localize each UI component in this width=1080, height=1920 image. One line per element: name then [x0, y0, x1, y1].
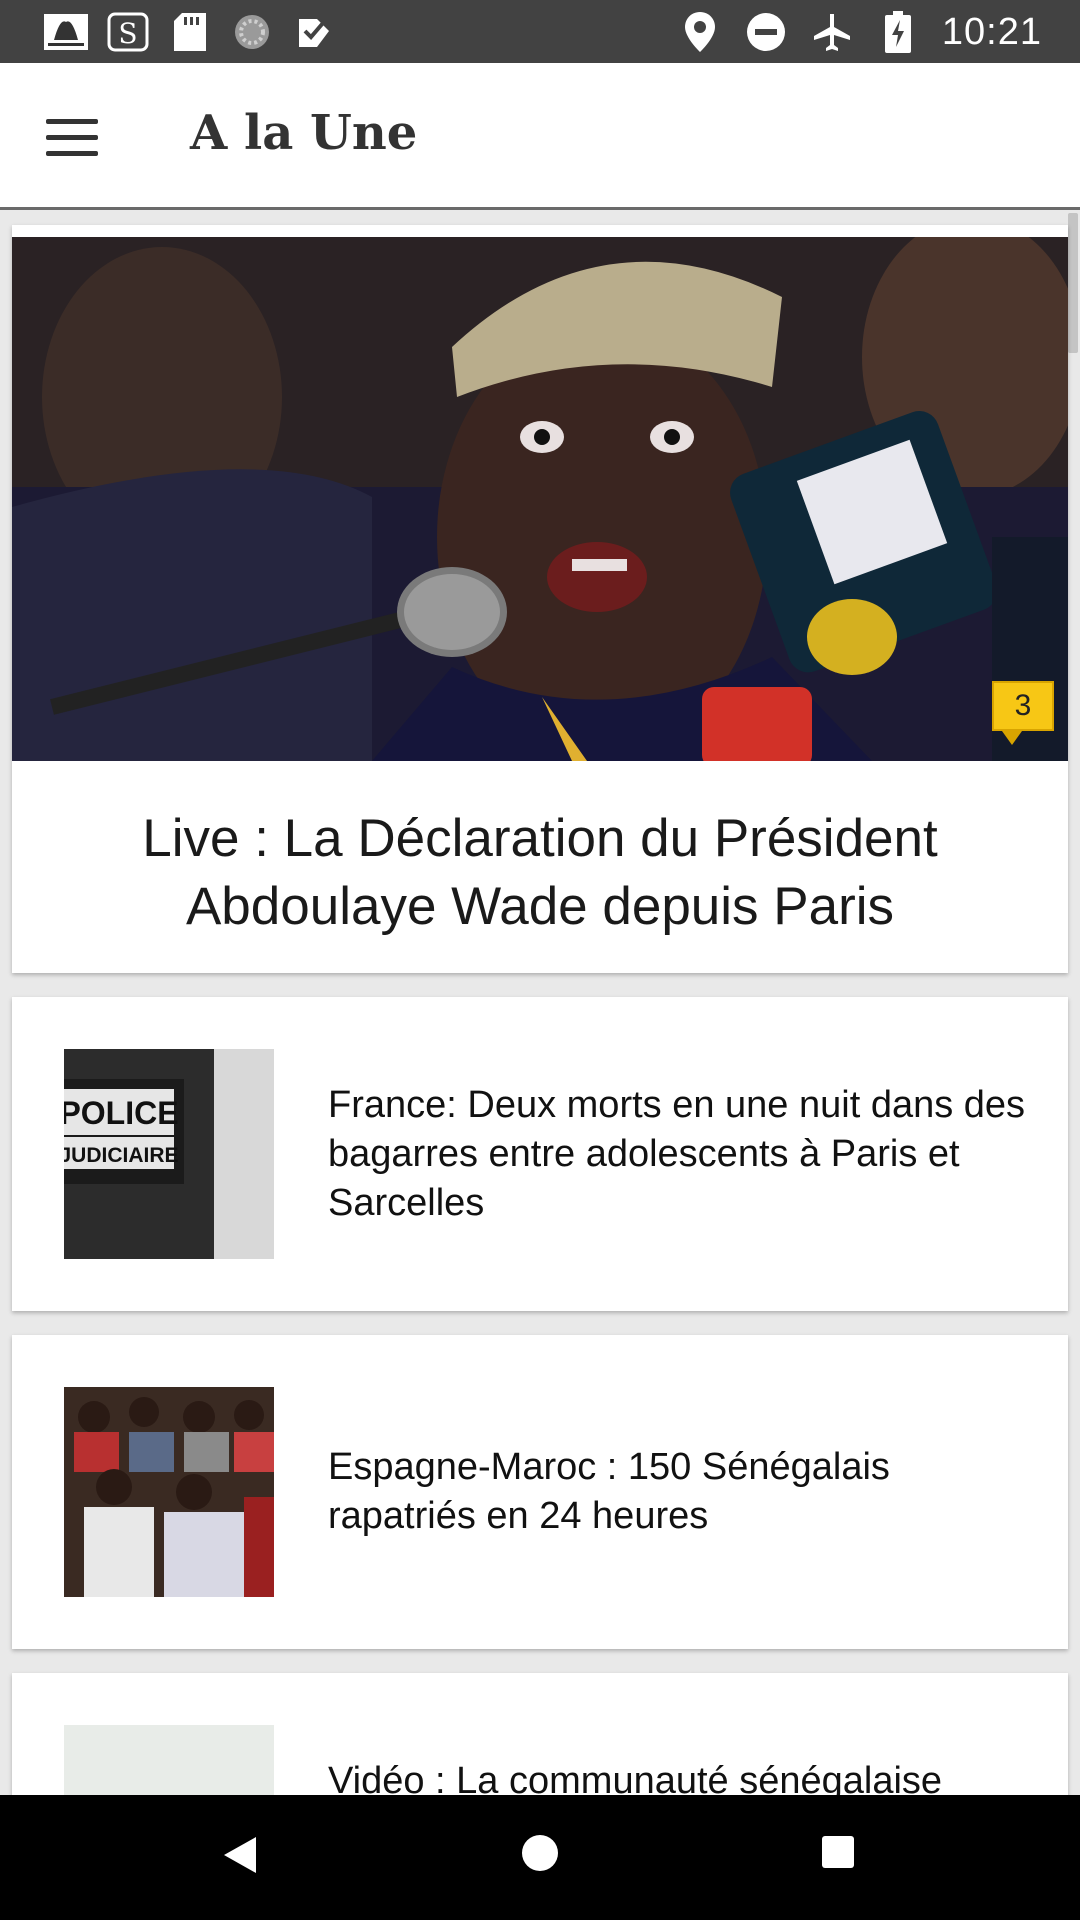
s-app-icon: S [106, 10, 150, 54]
thumbnail-text-judiciaire: JUDICIAIRE [64, 1144, 179, 1167]
home-icon[interactable] [522, 1835, 558, 1871]
back-icon[interactable] [222, 1835, 258, 1880]
do-not-disturb-icon [744, 10, 788, 54]
newspaper-logo-icon [44, 10, 88, 54]
hero-image: 3 [12, 237, 1068, 761]
article-list[interactable]: 3 Live : La Déclaration du Président Abd… [0, 213, 1080, 1795]
page-title: A la Une [190, 105, 418, 161]
thumbnail-text-police: POLICE [64, 1095, 179, 1131]
article-thumbnail [64, 1387, 274, 1597]
article-headline[interactable]: Vidéo : La communauté sénégalaise [328, 1673, 1028, 1795]
battery-charging-icon [876, 10, 920, 54]
loading-circle-icon [230, 10, 274, 54]
hero-article-card[interactable]: 3 Live : La Déclaration du Président Abd… [12, 225, 1068, 973]
article-headline[interactable]: Espagne-Maroc : 150 Sénégalais rapatriés… [328, 1335, 1028, 1649]
svg-text:S: S [118, 17, 137, 50]
checklist-icon [292, 10, 336, 54]
comment-count-badge: 3 [992, 681, 1054, 745]
scrollbar[interactable] [1068, 213, 1078, 353]
article-thumbnail [64, 1725, 274, 1795]
article-headline[interactable]: France: Deux morts en une nuit dans des … [328, 997, 1028, 1311]
hamburger-menu-icon[interactable] [40, 105, 104, 169]
system-nav-bar [0, 1795, 1080, 1920]
list-item[interactable]: Espagne-Maroc : 150 Sénégalais rapatriés… [12, 1335, 1068, 1649]
list-item[interactable]: Vidéo : La communauté sénégalaise [12, 1673, 1068, 1795]
article-thumbnail: POLICE JUDICIAIRE [64, 1049, 274, 1259]
recent-apps-icon[interactable] [822, 1836, 854, 1868]
app-bar: A la Une [0, 63, 1080, 210]
airplane-mode-icon [810, 10, 854, 54]
sd-card-icon [168, 10, 212, 54]
clock: 10:21 [941, 10, 1042, 53]
location-icon [678, 10, 722, 54]
hero-headline[interactable]: Live : La Déclaration du Président Abdou… [52, 805, 1028, 941]
status-bar: S 10:21 [0, 0, 1080, 63]
list-item[interactable]: POLICE JUDICIAIRE France: Deux morts en … [12, 997, 1068, 1311]
